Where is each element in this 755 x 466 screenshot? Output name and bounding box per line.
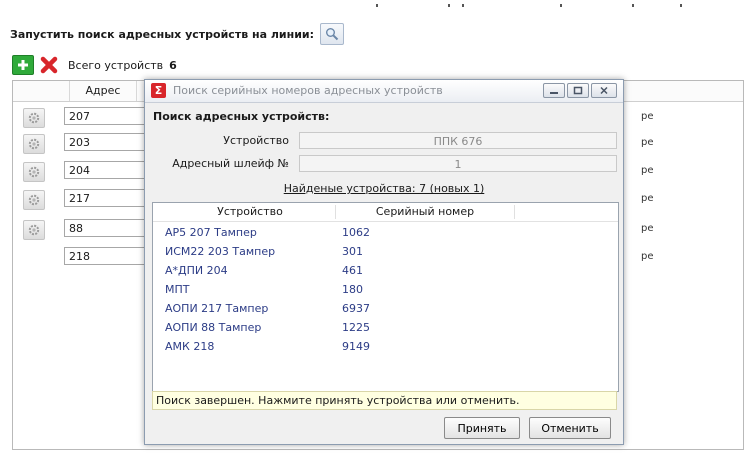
- column-header-address[interactable]: Адрес: [69, 81, 137, 101]
- row-tail-text: ре: [641, 193, 654, 204]
- maximize-button[interactable]: [567, 83, 589, 98]
- serial-number: 9149: [342, 340, 370, 353]
- search-bar: Запустить поиск адресных устройств на ли…: [10, 22, 345, 46]
- row-settings-button[interactable]: [23, 108, 45, 128]
- x-icon: [40, 56, 58, 74]
- row-tail-text: ре: [641, 251, 654, 262]
- gear-icon: [28, 194, 40, 206]
- status-message: Поиск завершен. Нажмите принять устройст…: [152, 391, 617, 410]
- found-devices-text: Найденые устройства: 7 (новых 1): [283, 182, 485, 195]
- serial-number: 6937: [342, 302, 370, 315]
- device-count-value: 6: [169, 58, 177, 72]
- device-field: ППК 676: [299, 132, 617, 149]
- device-count-label: Всего устройств: [68, 58, 164, 72]
- dialog-title: Поиск серийных номеров адресных устройст…: [173, 84, 443, 97]
- device-name: А*ДПИ 204: [165, 264, 228, 277]
- row-settings-button[interactable]: [23, 220, 45, 240]
- add-device-button[interactable]: [12, 55, 34, 75]
- search-label: Запустить поиск адресных устройств на ли…: [10, 27, 315, 41]
- device-name: АР5 207 Тампер: [165, 226, 257, 239]
- list-item[interactable]: А*ДПИ 204 461: [153, 262, 618, 280]
- loop-field: 1: [299, 155, 617, 172]
- address-input[interactable]: 204: [64, 161, 148, 179]
- edge-tick: [462, 4, 464, 7]
- loop-label: Адресный шлейф №: [172, 157, 289, 170]
- device-label: Устройство: [223, 134, 289, 147]
- row-tail-text: ре: [641, 223, 654, 234]
- device-name: ИСМ22 203 Тампер: [165, 245, 276, 258]
- edge-tick: [448, 4, 450, 7]
- delete-device-button[interactable]: [38, 55, 60, 75]
- address-input[interactable]: 207: [64, 107, 148, 125]
- cancel-button[interactable]: Отменить: [529, 417, 611, 439]
- close-button[interactable]: [591, 83, 617, 98]
- edge-tick: [632, 4, 634, 7]
- serial-number: 301: [342, 245, 363, 258]
- toolbar: Всего устройств 6: [12, 54, 177, 76]
- plus-icon: [18, 60, 28, 70]
- device-name: МПТ: [165, 283, 190, 296]
- section-title: Поиск адресных устройств:: [153, 110, 330, 123]
- gear-icon: [28, 112, 40, 124]
- column-header-serial[interactable]: Серийный номер: [336, 205, 515, 219]
- address-input[interactable]: 217: [64, 189, 148, 207]
- sigma-icon: Σ: [151, 83, 166, 98]
- list-item[interactable]: ИСМ22 203 Тампер 301: [153, 243, 618, 261]
- address-input[interactable]: 88: [64, 219, 148, 237]
- gear-icon: [28, 224, 40, 236]
- dialog-titlebar[interactable]: Σ Поиск серийных номеров адресных устрой…: [145, 80, 623, 103]
- list-header: Устройство Серийный номер: [153, 203, 618, 222]
- edge-tick: [560, 4, 562, 7]
- accept-button[interactable]: Принять: [444, 417, 520, 439]
- start-search-button[interactable]: [320, 23, 345, 45]
- serial-number: 461: [342, 264, 363, 277]
- edge-tick: [376, 4, 378, 7]
- list-item[interactable]: АМК 218 9149: [153, 338, 618, 356]
- magnifier-icon: [326, 28, 339, 41]
- row-tail-text: ре: [641, 111, 654, 122]
- serial-number: 1062: [342, 226, 370, 239]
- list-item[interactable]: МПТ 180: [153, 281, 618, 299]
- row-tail-text: ре: [641, 137, 654, 148]
- column-header-device[interactable]: Устройство: [165, 205, 336, 219]
- list-item[interactable]: АОПИ 88 Тампер 1225: [153, 319, 618, 337]
- row-settings-button[interactable]: [23, 134, 45, 154]
- minimize-button[interactable]: [543, 83, 565, 98]
- edge-tick: [680, 4, 682, 7]
- list-item[interactable]: АР5 207 Тампер 1062: [153, 224, 618, 242]
- address-input[interactable]: 218: [64, 247, 148, 265]
- serial-number: 1225: [342, 321, 370, 334]
- device-name: АМК 218: [165, 340, 215, 353]
- serial-number: 180: [342, 283, 363, 296]
- row-settings-button[interactable]: [23, 190, 45, 210]
- list-item[interactable]: АОПИ 217 Тампер 6937: [153, 300, 618, 318]
- found-devices-list: Устройство Серийный номер АР5 207 Тампер…: [152, 202, 619, 392]
- serial-search-dialog: Σ Поиск серийных номеров адресных устрой…: [144, 79, 624, 445]
- minimize-icon: [550, 91, 558, 94]
- gear-icon: [28, 138, 40, 150]
- address-input[interactable]: 203: [64, 133, 148, 151]
- top-edge: [0, 0, 755, 10]
- device-name: АОПИ 217 Тампер: [165, 302, 269, 315]
- gear-icon: [28, 166, 40, 178]
- row-settings-button[interactable]: [23, 162, 45, 182]
- maximize-icon: [573, 86, 583, 95]
- device-name: АОПИ 88 Тампер: [165, 321, 262, 334]
- close-icon: [600, 86, 608, 95]
- row-tail-text: ре: [641, 165, 654, 176]
